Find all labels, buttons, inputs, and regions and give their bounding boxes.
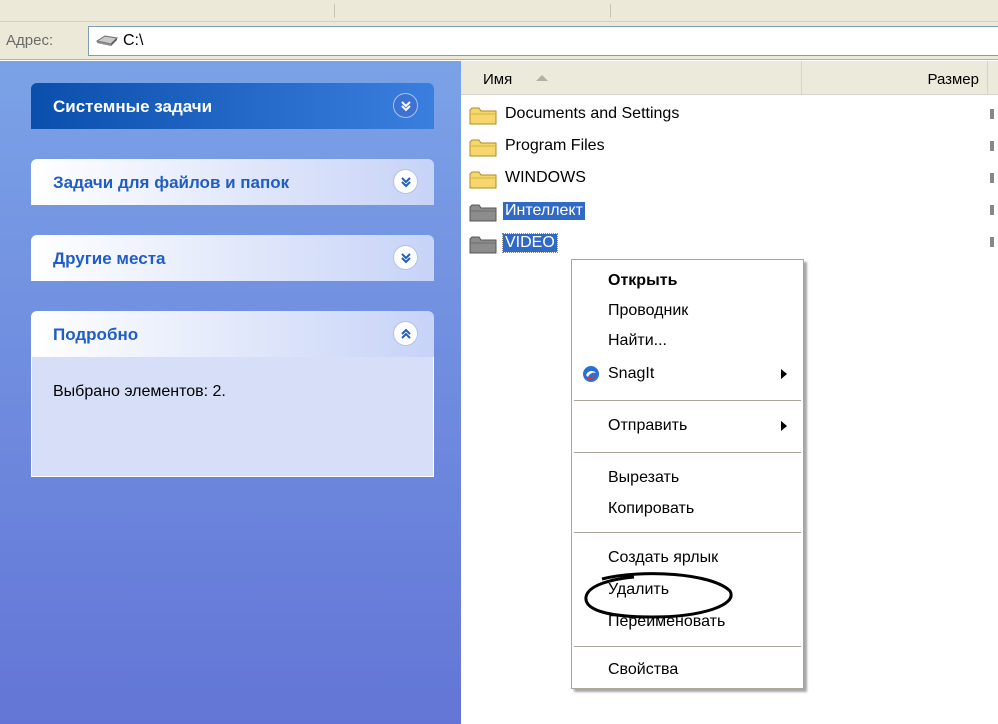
task-pane: Системные задачи Задачи для файлов и пап…	[0, 61, 461, 724]
menu-item-label: Переименовать	[608, 613, 726, 630]
address-value: C:\	[123, 32, 144, 49]
column-name-header[interactable]: Имя	[461, 61, 802, 94]
menu-separator	[574, 400, 801, 401]
menu-item-label: Проводник	[608, 302, 689, 319]
menu-item-send-to[interactable]: Отправить	[572, 411, 803, 441]
menu-separator	[574, 452, 801, 453]
collapse-chevron-icon[interactable]	[393, 321, 418, 346]
task-header-details[interactable]: Подробно	[31, 311, 434, 357]
address-input[interactable]: C:\	[88, 26, 998, 56]
column-size-header[interactable]: Размер	[803, 61, 988, 94]
toolbar-separator	[610, 4, 611, 18]
menu-item-label: Свойства	[608, 661, 679, 678]
folder-icon	[469, 107, 497, 125]
size-cell-stub	[990, 237, 994, 247]
menu-item-rename[interactable]: Переименовать	[572, 607, 803, 637]
menu-item-label: Удалить	[608, 581, 670, 598]
menu-item-find[interactable]: Найти...	[572, 326, 803, 356]
task-section-details: Подробно Выбрано элементов: 2.	[31, 311, 434, 477]
file-name: Интеллект	[503, 202, 585, 220]
drive-icon	[95, 35, 119, 46]
task-header-files[interactable]: Задачи для файлов и папок	[31, 159, 434, 205]
menu-item-label: Копировать	[608, 500, 695, 517]
menu-item-label: Вырезать	[608, 469, 680, 486]
details-text: Выбрано элементов: 2.	[53, 383, 226, 400]
menu-item-label: Найти...	[608, 332, 667, 349]
size-cell-stub	[990, 173, 994, 183]
expand-chevron-icon[interactable]	[393, 245, 418, 270]
size-cell-stub	[990, 141, 994, 151]
address-label: Адрес:	[6, 32, 54, 49]
toolbar-separator	[334, 4, 335, 18]
task-header-places[interactable]: Другие места	[31, 235, 434, 281]
menu-item-create-shortcut[interactable]: Создать ярлык	[572, 543, 803, 573]
task-section-system: Системные задачи	[31, 83, 434, 129]
size-cell-stub	[990, 205, 994, 215]
toolbar-strip	[0, 0, 998, 22]
task-title: Системные задачи	[53, 97, 213, 116]
file-name: Program Files	[505, 137, 605, 154]
column-label: Имя	[483, 71, 513, 88]
address-bar: Адрес: C:\	[0, 22, 998, 60]
file-name: VIDEO	[502, 233, 558, 253]
menu-item-label: Отправить	[608, 417, 688, 434]
menu-item-label: Создать ярлык	[608, 549, 719, 566]
sort-ascending-icon	[536, 75, 548, 81]
size-cell-stub	[990, 109, 994, 119]
menu-item-copy[interactable]: Копировать	[572, 494, 803, 524]
context-menu: Открыть Проводник Найти... SnagIt Отправ…	[571, 259, 804, 689]
menu-item-label: Открыть	[608, 272, 678, 289]
task-section-places: Другие места	[31, 235, 434, 281]
file-name: WINDOWS	[505, 169, 586, 186]
menu-item-explorer[interactable]: Проводник	[572, 296, 803, 326]
task-header-system[interactable]: Системные задачи	[31, 83, 434, 129]
menu-item-cut[interactable]: Вырезать	[572, 463, 803, 493]
menu-item-label: SnagIt	[608, 365, 655, 382]
menu-item-delete[interactable]: Удалить	[572, 575, 803, 605]
expand-chevron-icon[interactable]	[393, 169, 418, 194]
submenu-arrow-icon	[781, 421, 787, 431]
column-header: Имя Размер	[461, 61, 998, 95]
submenu-arrow-icon	[781, 369, 787, 379]
task-title: Задачи для файлов и папок	[53, 173, 290, 192]
task-title: Другие места	[53, 249, 166, 268]
folder-icon	[469, 204, 497, 222]
file-name: Documents and Settings	[505, 105, 680, 122]
column-label: Размер	[927, 71, 979, 88]
folder-icon	[469, 236, 497, 254]
folder-icon	[469, 171, 497, 189]
menu-separator	[574, 532, 801, 533]
details-body	[31, 357, 434, 477]
menu-item-open[interactable]: Открыть	[572, 266, 803, 296]
snagit-icon	[583, 366, 599, 382]
menu-item-properties[interactable]: Свойства	[572, 655, 803, 685]
menu-separator	[574, 646, 801, 647]
folder-icon	[469, 139, 497, 157]
task-title: Подробно	[53, 325, 139, 344]
menu-item-snagit[interactable]: SnagIt	[572, 359, 803, 389]
expand-chevron-icon[interactable]	[393, 93, 418, 118]
task-section-files: Задачи для файлов и папок	[31, 159, 434, 205]
